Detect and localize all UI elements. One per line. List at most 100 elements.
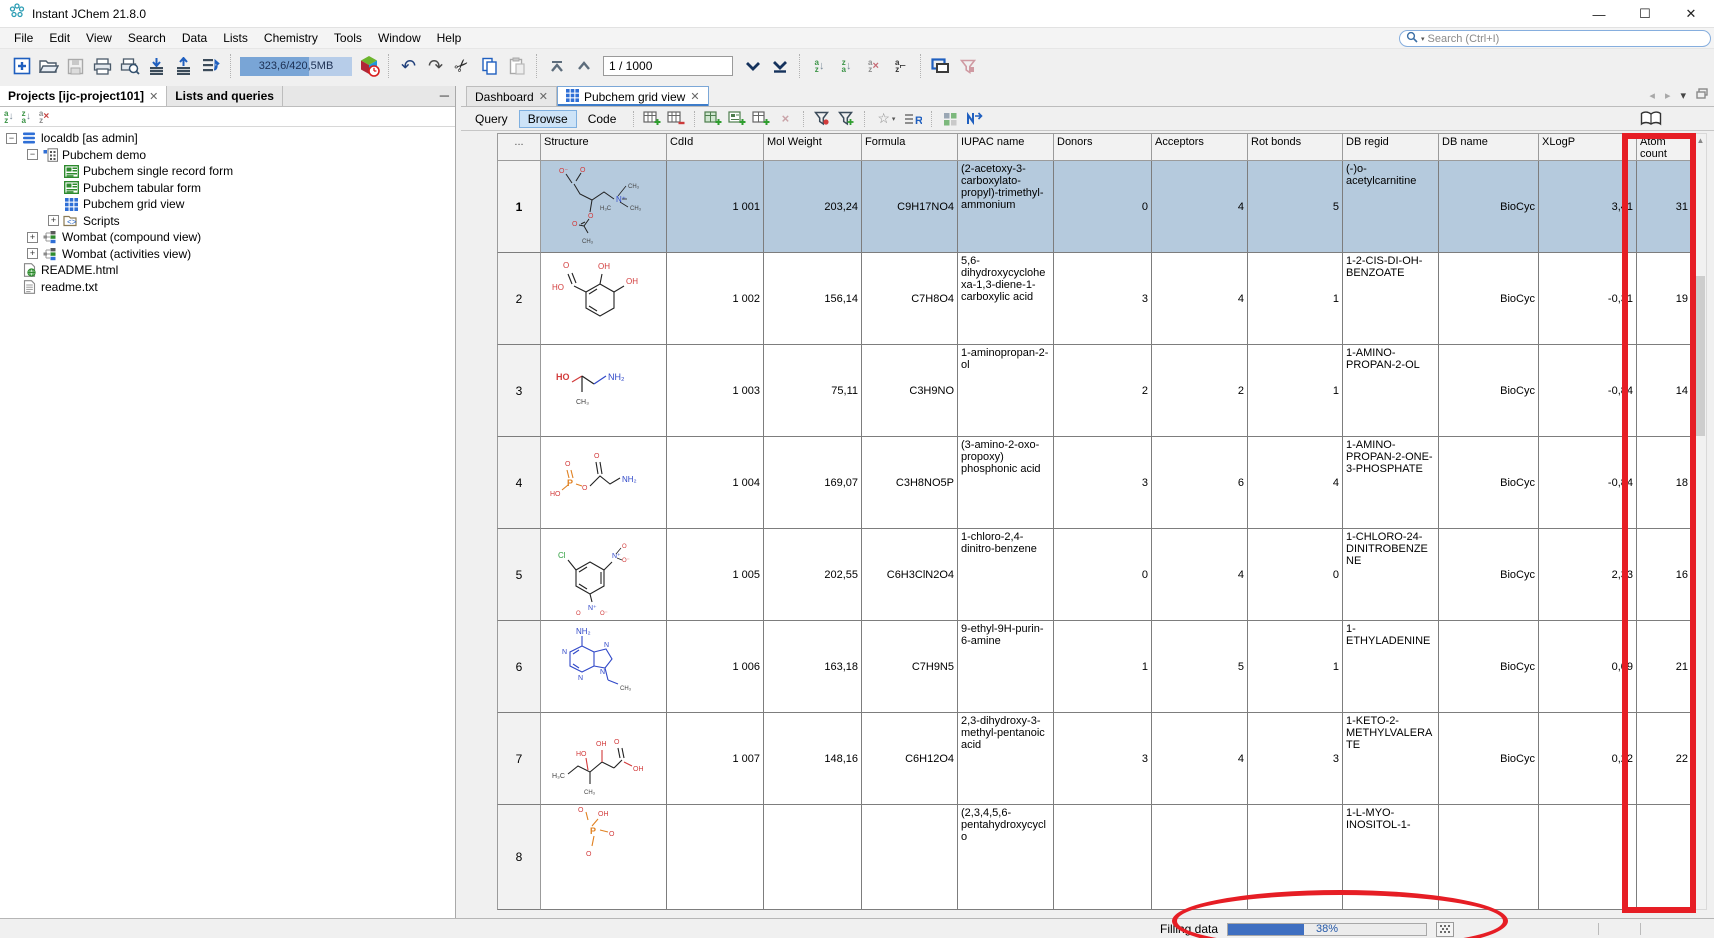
redo-icon[interactable]: ↷ [422, 53, 449, 79]
cell-dbname[interactable]: BioCyc [1439, 345, 1539, 437]
cell-structure[interactable]: OHOPOO [541, 805, 667, 910]
cell-mw[interactable]: 148,16 [764, 713, 862, 805]
export-icon[interactable] [170, 53, 197, 79]
cell-mw[interactable]: 163,18 [764, 621, 862, 713]
expand-icon[interactable]: + [27, 232, 38, 243]
cell-cdid[interactable]: 1 006 [667, 621, 764, 713]
cell-xlogp[interactable]: 0,22 [1539, 713, 1637, 805]
cell-rotbonds[interactable]: 1 [1248, 345, 1343, 437]
cell-rotbonds[interactable]: 5 [1248, 161, 1343, 253]
cell-donors[interactable]: 0 [1054, 529, 1152, 621]
grid-row-8[interactable]: 8OHOPOO(2,3,4,5,6-pentahydroxycyclo1-L-M… [497, 805, 1692, 910]
expand-icon[interactable]: + [48, 215, 59, 226]
search-dropdown-icon[interactable]: ▾ [1421, 35, 1425, 43]
grid-corner-cell[interactable]: ... [497, 133, 541, 161]
cell-mw[interactable]: 169,07 [764, 437, 862, 529]
cell-formula[interactable]: C3H9NO [862, 345, 958, 437]
row-number[interactable]: 6 [497, 621, 541, 713]
cell-dbregid[interactable]: 1-AMINO-PROPAN-2-ONE-3-PHOSPHATE [1343, 437, 1439, 529]
grid-row-4[interactable]: 4HOPOOONH₂1 004169,07C3H8NO5P(3-amino-2-… [497, 437, 1692, 529]
minimize-button[interactable]: — [1576, 0, 1622, 28]
cell-atomcount[interactable]: 21 [1637, 621, 1692, 713]
cell-dbregid[interactable]: 1-AMINO-PROPAN-2-OL [1343, 345, 1439, 437]
cell-cdid[interactable] [667, 805, 764, 910]
cell-atomcount[interactable]: 18 [1637, 437, 1692, 529]
cell-formula[interactable]: C6H3ClN2O4 [862, 529, 958, 621]
cell-donors[interactable]: 1 [1054, 621, 1152, 713]
column-header-atomcount[interactable]: Atom count [1637, 133, 1692, 161]
maximize-button[interactable]: ☐ [1622, 0, 1668, 28]
cell-mw[interactable]: 203,24 [764, 161, 862, 253]
cell-iupac[interactable]: 1-aminopropan-2-ol [958, 345, 1054, 437]
close-button[interactable]: ✕ [1668, 0, 1714, 28]
cell-cdid[interactable]: 1 003 [667, 345, 764, 437]
cell-dbname[interactable]: BioCyc [1439, 713, 1539, 805]
grid-vertical-scrollbar[interactable]: ▲ [1694, 133, 1707, 910]
cell-iupac[interactable]: (2,3,4,5,6-pentahydroxycyclo [958, 805, 1054, 910]
row-number[interactable]: 5 [497, 529, 541, 621]
tree-item[interactable]: −Pubchem demo [0, 147, 455, 164]
print-icon[interactable] [89, 53, 116, 79]
menu-view[interactable]: View [78, 29, 120, 47]
cell-iupac[interactable]: (3-amino-2-oxo-propoxy) phosphonic acid [958, 437, 1054, 529]
cell-xlogp[interactable] [1539, 805, 1637, 910]
cell-formula[interactable]: C9H17NO4 [862, 161, 958, 253]
open-folder-icon[interactable] [35, 53, 62, 79]
menu-data[interactable]: Data [174, 29, 215, 47]
cell-acceptors[interactable]: 6 [1152, 437, 1248, 529]
cell-iupac[interactable]: 1-chloro-2,4-dinitro-benzene [958, 529, 1054, 621]
cell-cdid[interactable]: 1 007 [667, 713, 764, 805]
close-icon[interactable]: ✕ [149, 90, 158, 103]
cell-atomcount[interactable]: 22 [1637, 713, 1692, 805]
view-button-browse[interactable]: Browse [519, 110, 577, 128]
table-add-icon[interactable] [640, 109, 664, 129]
tree-item[interactable]: Pubchem tabular form [0, 180, 455, 197]
layout-icon[interactable] [938, 109, 962, 129]
grid-row-1[interactable]: 1O⁻ON⁺CH₃CH₃H₃COOCH₃1 001203,24C9H17NO4(… [497, 161, 1692, 253]
column-header-mw[interactable]: Mol Weight [764, 133, 862, 161]
star-icon[interactable]: ☆▾ [871, 109, 901, 129]
cell-donors[interactable]: 0 [1054, 161, 1152, 253]
cell-iupac[interactable]: 2,3-dihydroxy-3-methyl-pentanoic acid [958, 713, 1054, 805]
sort-desc-icon[interactable]: za↓ [833, 53, 860, 79]
cell-atomcount[interactable]: 14 [1637, 345, 1692, 437]
menu-window[interactable]: Window [370, 29, 429, 47]
cell-formula[interactable]: C3H8NO5P [862, 437, 958, 529]
last-record-icon[interactable] [766, 53, 793, 79]
cell-acceptors[interactable]: 4 [1152, 529, 1248, 621]
cell-xlogp[interactable]: 2,33 [1539, 529, 1637, 621]
row-number[interactable]: 7 [497, 713, 541, 805]
cell-acceptors[interactable]: 4 [1152, 713, 1248, 805]
new-grid-view-icon[interactable] [701, 109, 725, 129]
paste-icon[interactable] [503, 53, 530, 79]
menu-tools[interactable]: Tools [326, 29, 370, 47]
row-number[interactable]: 1 [497, 161, 541, 253]
cell-donors[interactable]: 3 [1054, 253, 1152, 345]
cell-acceptors[interactable] [1152, 805, 1248, 910]
column-header-donors[interactable]: Donors [1054, 133, 1152, 161]
menu-search[interactable]: Search [120, 29, 174, 47]
sort-remove-icon[interactable]: az× [860, 53, 887, 79]
tree-item[interactable]: −localdb [as admin] [0, 130, 455, 147]
cell-xlogp[interactable]: -0,84 [1539, 437, 1637, 529]
column-header-cdid[interactable]: CdId [667, 133, 764, 161]
cell-iupac[interactable]: 9-ethyl-9H-purin-6-amine [958, 621, 1054, 713]
row-number[interactable]: 8 [497, 805, 541, 910]
expand-icon[interactable]: + [27, 248, 38, 259]
sort-asc-icon[interactable]: az↓ [806, 53, 833, 79]
cell-acceptors[interactable]: 4 [1152, 161, 1248, 253]
cell-mw[interactable]: 156,14 [764, 253, 862, 345]
column-header-dbregid[interactable]: DB regid [1343, 133, 1439, 161]
structure-editor-icon[interactable] [962, 109, 986, 129]
sort-desc-icon[interactable]: za↓ [21, 110, 30, 124]
lists-icon[interactable]: R [901, 109, 925, 129]
memory-indicator[interactable]: 323,6/420,5MB [240, 57, 352, 76]
column-header-iupac[interactable]: IUPAC name [958, 133, 1054, 161]
cell-xlogp[interactable]: -0,84 [1539, 345, 1637, 437]
tree-item[interactable]: Pubchem grid view [0, 196, 455, 213]
quick-search-input[interactable]: ▾ Search (Ctrl+I) [1399, 30, 1711, 47]
cell-rotbonds[interactable]: 0 [1248, 529, 1343, 621]
cell-rotbonds[interactable]: 4 [1248, 437, 1343, 529]
sort-asc-icon[interactable]: az↓ [4, 110, 13, 124]
cell-cdid[interactable]: 1 004 [667, 437, 764, 529]
